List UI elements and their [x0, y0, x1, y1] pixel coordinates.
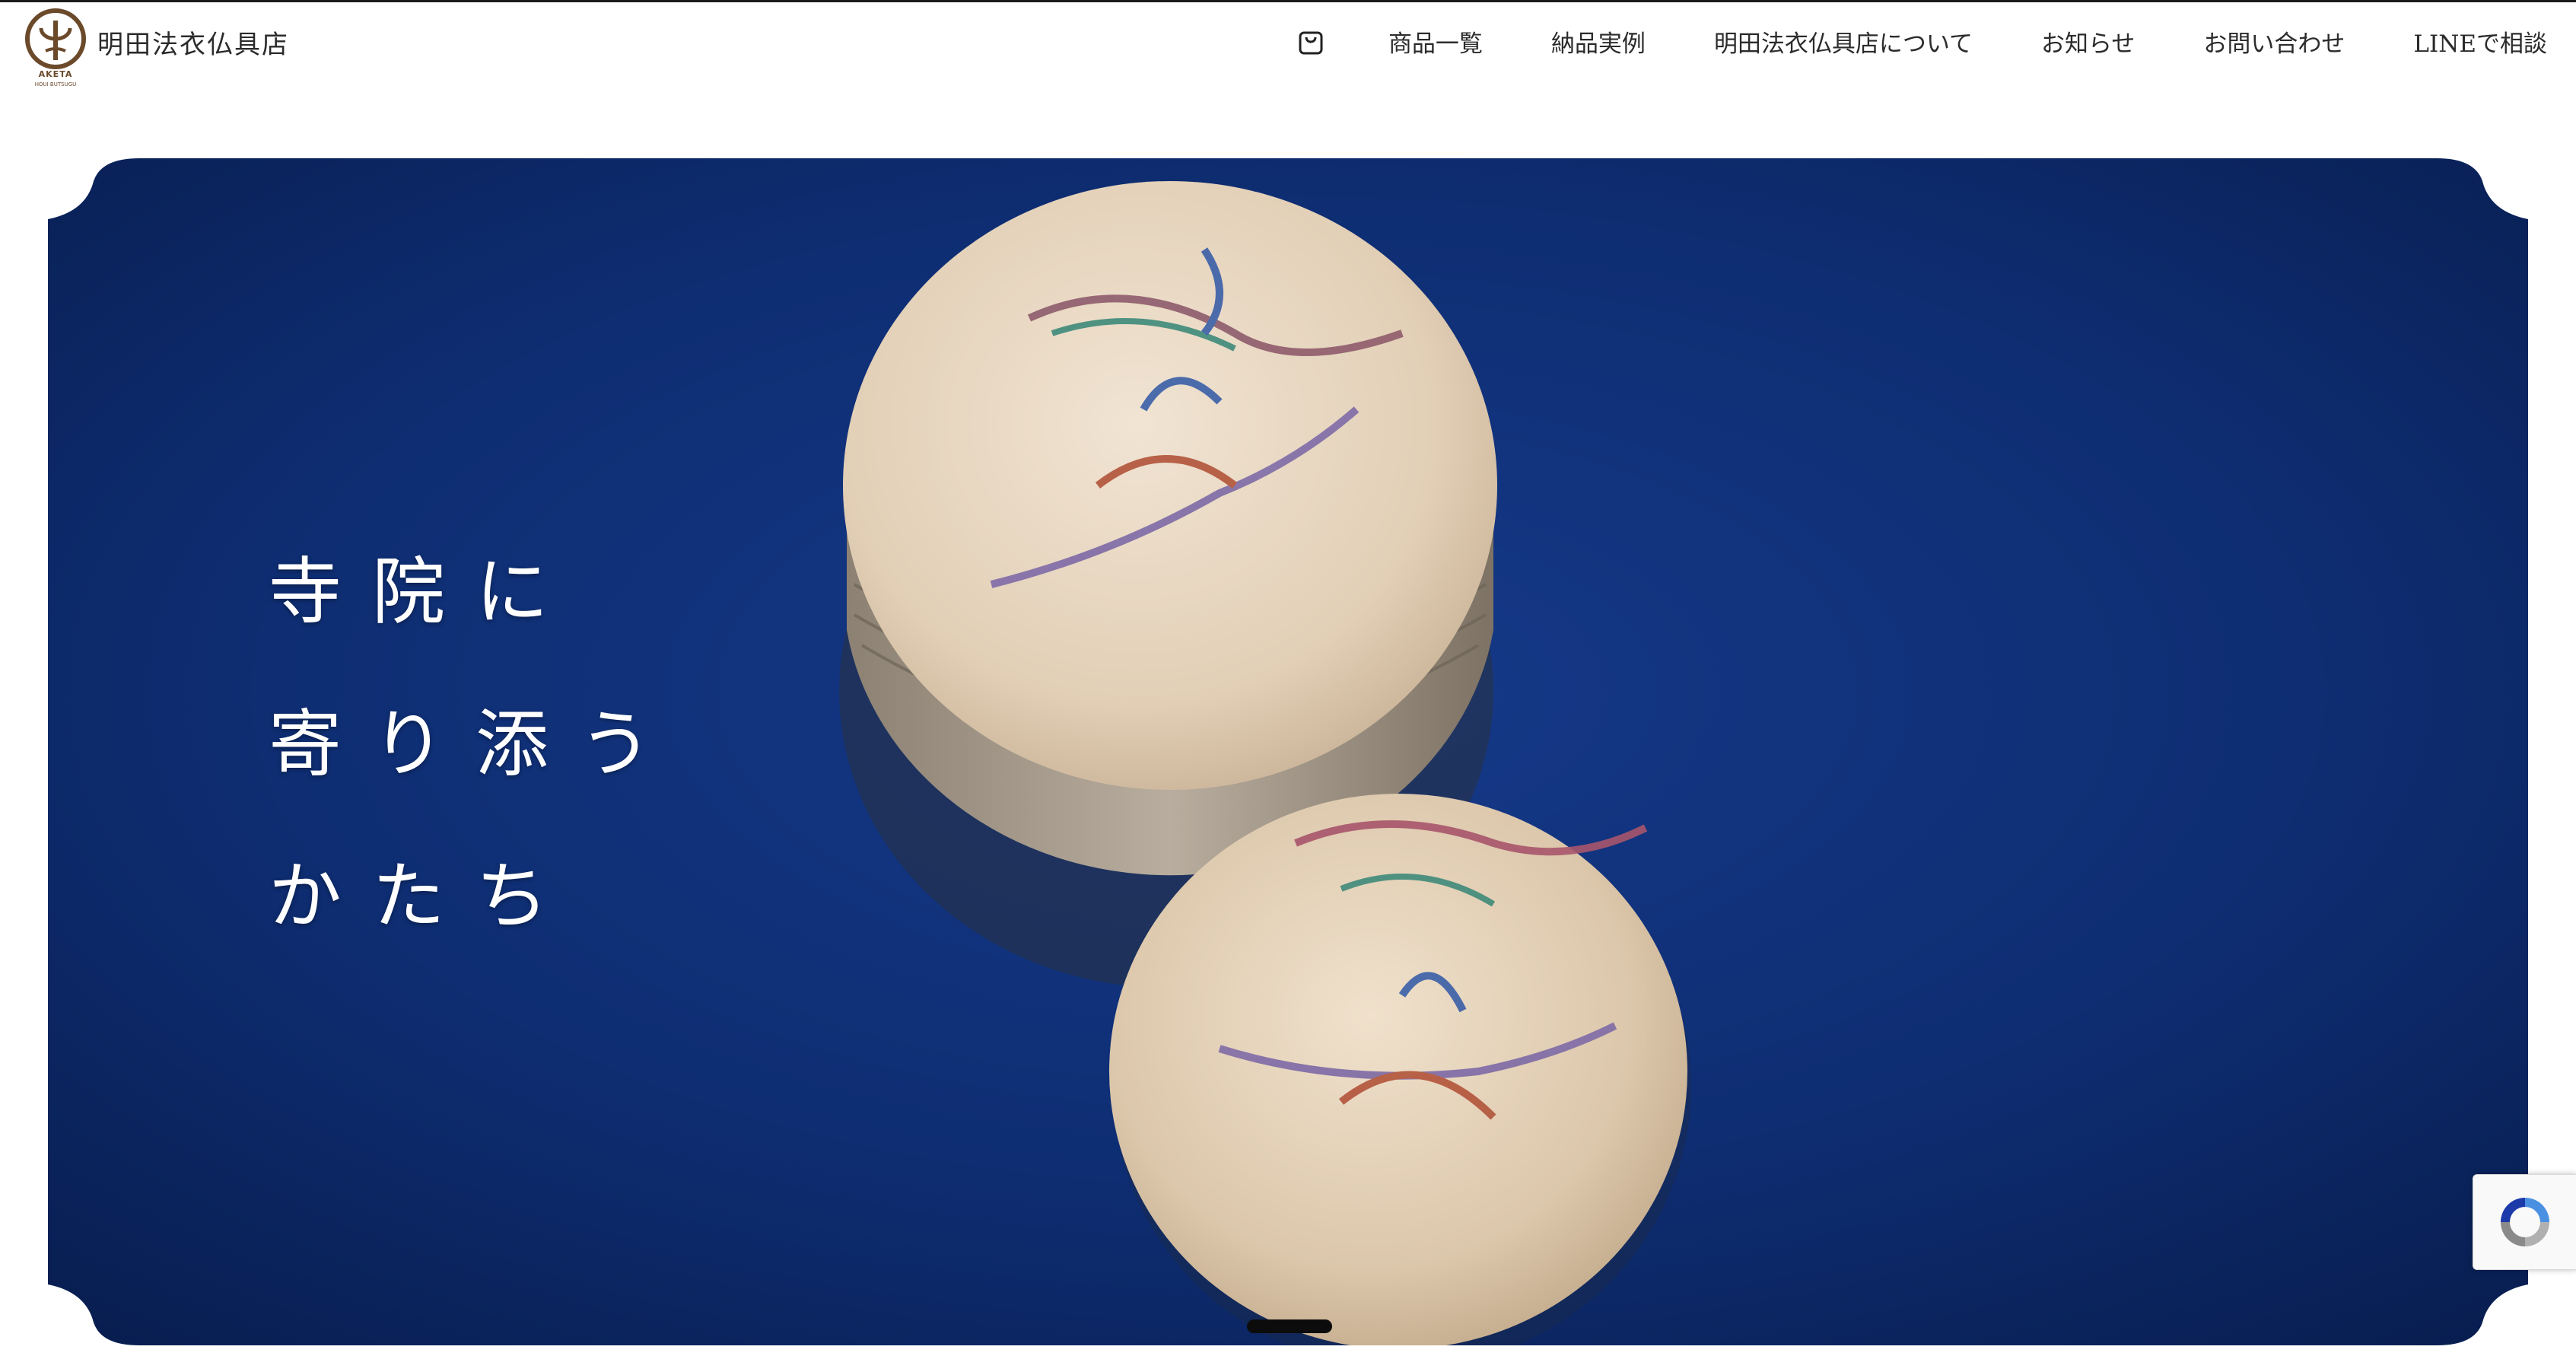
nav-products[interactable]: 商品一覧 — [1388, 24, 1483, 59]
cart-button[interactable] — [1296, 24, 1326, 59]
nav-about[interactable]: 明田法衣仏具店について — [1714, 24, 1973, 59]
hero-banner: 寺院に 寄り添う かたち — [48, 158, 2528, 1345]
hero-line-2: 寄り添う — [269, 702, 682, 787]
nav-delivery-examples[interactable]: 納品実例 — [1551, 24, 1646, 59]
nav-line-consult[interactable]: LINEで相談 — [2413, 24, 2547, 59]
main-nav: 商品一覧 納品実例 明田法衣仏具店について お知らせ お問い合わせ LINEで相… — [1296, 24, 2547, 59]
brand-home-link[interactable]: AKETA HOUI BUTSUGU 明田法衣仏具店 — [23, 7, 289, 91]
logo-text-top: AKETA — [39, 69, 73, 79]
recaptcha-badge[interactable] — [2473, 1174, 2576, 1270]
brand-logo: AKETA HOUI BUTSUGU — [23, 7, 88, 89]
hero-headline: 寺院に 寄り添う かたち — [269, 516, 682, 972]
shopping-bag-icon — [1299, 31, 1323, 55]
carousel-indicator[interactable] — [1247, 1319, 1332, 1333]
brand-name: 明田法衣仏具店 — [97, 30, 289, 60]
nav-news[interactable]: お知らせ — [2041, 24, 2135, 59]
recaptcha-icon — [2501, 1198, 2549, 1246]
hero-line-3: かたち — [269, 854, 579, 939]
nav-contact[interactable]: お問い合わせ — [2203, 24, 2345, 59]
hero-line-1: 寺院に — [269, 549, 579, 635]
logo-text-bottom: HOUI BUTSUGU — [35, 81, 77, 88]
site-header: AKETA HOUI BUTSUGU 明田法衣仏具店 商品一覧 納品実例 明田法… — [0, 2, 2576, 94]
